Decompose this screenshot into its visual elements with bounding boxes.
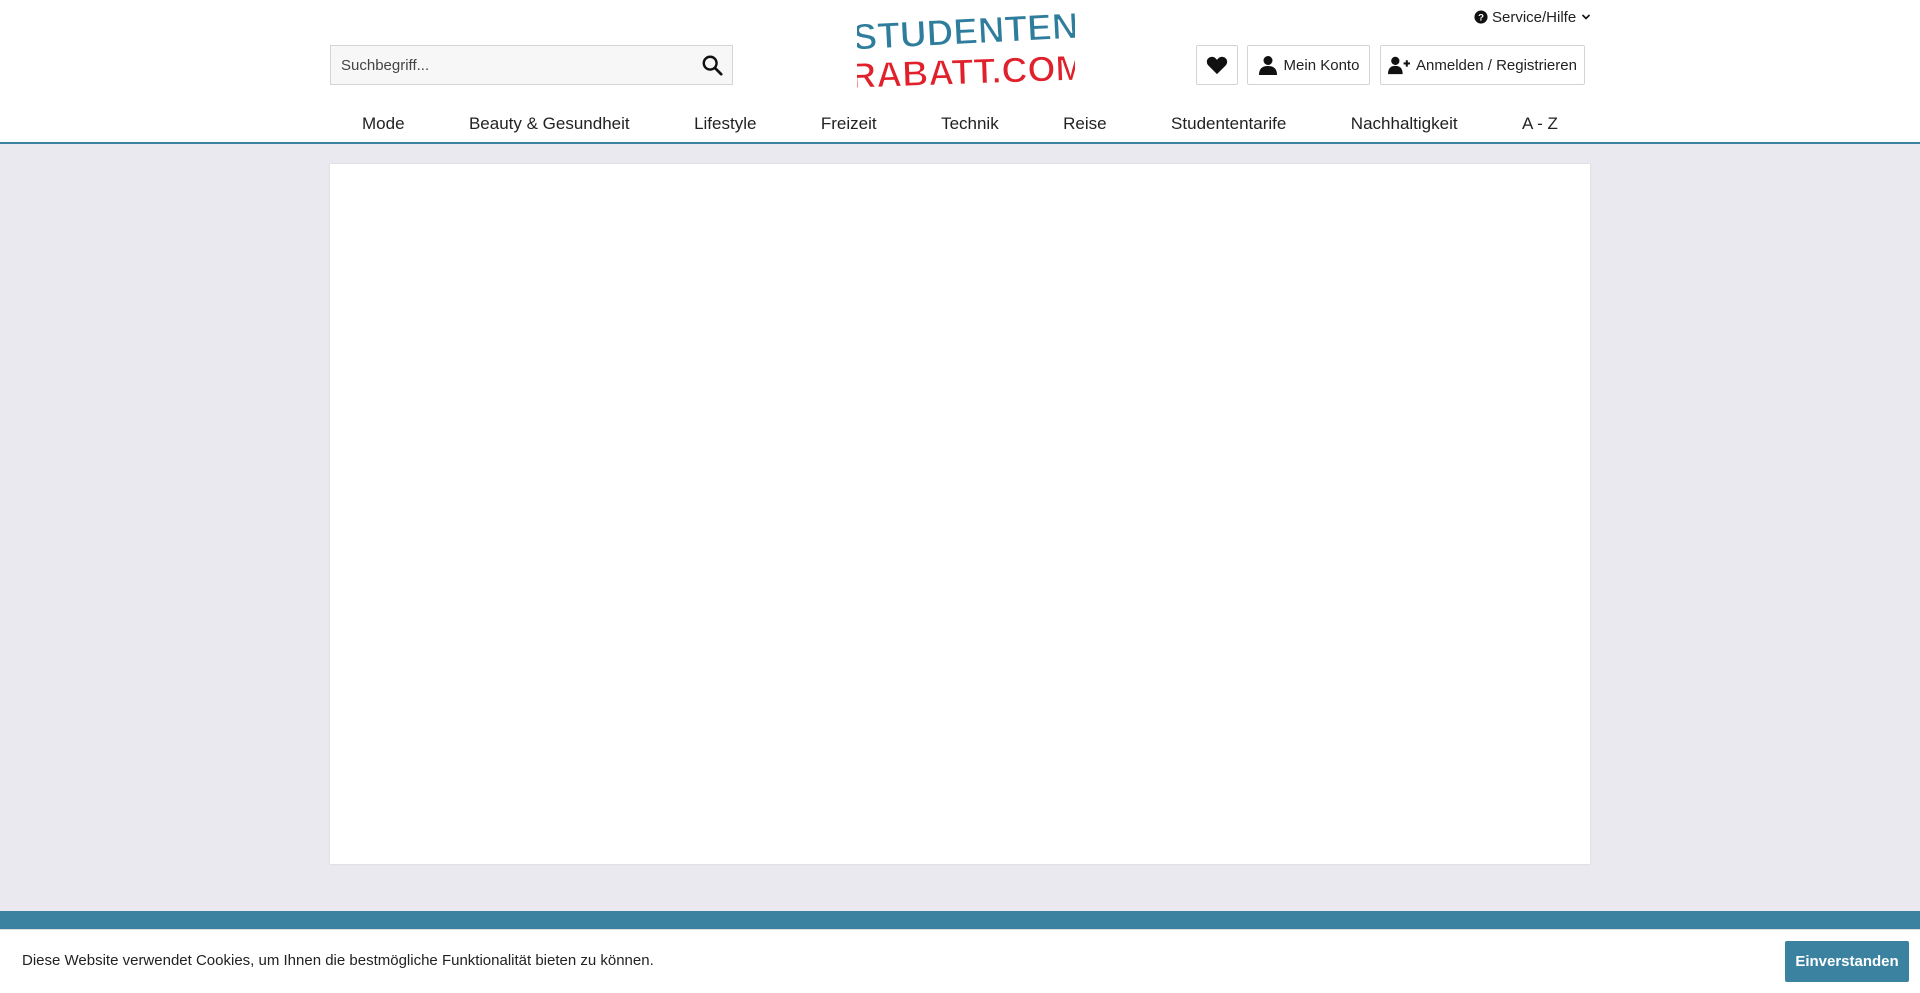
nav-item-studententarife[interactable]: Studententarife	[1171, 114, 1286, 134]
nav-item-nachhaltigkeit[interactable]: Nachhaltigkeit	[1351, 114, 1458, 134]
my-account-button[interactable]: Mein Konto	[1247, 45, 1370, 85]
service-help-label: Service/Hilfe	[1492, 8, 1577, 26]
nav-item-mode[interactable]: Mode	[362, 114, 405, 134]
main-content-area	[330, 164, 1590, 864]
nav-item-a-z[interactable]: A - Z	[1522, 114, 1558, 134]
cookie-notice-text: Diese Website verwendet Cookies, um Ihne…	[22, 952, 654, 969]
site-logo[interactable]: STUDENTEN RABATT.COM	[857, 10, 1075, 94]
cookie-banner: Diese Website verwendet Cookies, um Ihne…	[0, 929, 1920, 993]
nav-item-beauty-gesundheit[interactable]: Beauty & Gesundheit	[469, 114, 630, 134]
logo-line-2: RABATT.COM	[857, 47, 1075, 94]
nav-item-lifestyle[interactable]: Lifestyle	[694, 114, 756, 134]
search-input[interactable]	[331, 46, 692, 84]
search-icon	[702, 55, 723, 76]
nav-item-freizeit[interactable]: Freizeit	[821, 114, 877, 134]
user-plus-icon	[1388, 56, 1411, 75]
login-register-label: Anmelden / Registrieren	[1416, 56, 1577, 74]
footer-bar	[0, 911, 1920, 929]
nav-item-reise[interactable]: Reise	[1063, 114, 1106, 134]
my-account-label: Mein Konto	[1283, 56, 1360, 74]
nav-item-technik[interactable]: Technik	[941, 114, 999, 134]
service-help-menu[interactable]: ? Service/Hilfe	[1474, 7, 1591, 27]
svg-text:?: ?	[1478, 13, 1484, 24]
cookie-accept-button[interactable]: Einverstanden	[1785, 941, 1909, 982]
search-bar	[330, 45, 733, 85]
help-circle-icon: ?	[1474, 10, 1488, 24]
chevron-down-icon	[1582, 14, 1591, 20]
user-icon	[1258, 56, 1277, 75]
heart-icon	[1206, 56, 1228, 75]
wishlist-button[interactable]	[1196, 45, 1238, 85]
main-navigation: Mode Beauty & Gesundheit Lifestyle Freiz…	[330, 108, 1590, 140]
login-register-button[interactable]: Anmelden / Registrieren	[1380, 45, 1585, 85]
site-header: STUDENTEN RABATT.COM ? Service/Hilfe Mei…	[0, 0, 1920, 144]
search-button[interactable]	[692, 45, 732, 85]
